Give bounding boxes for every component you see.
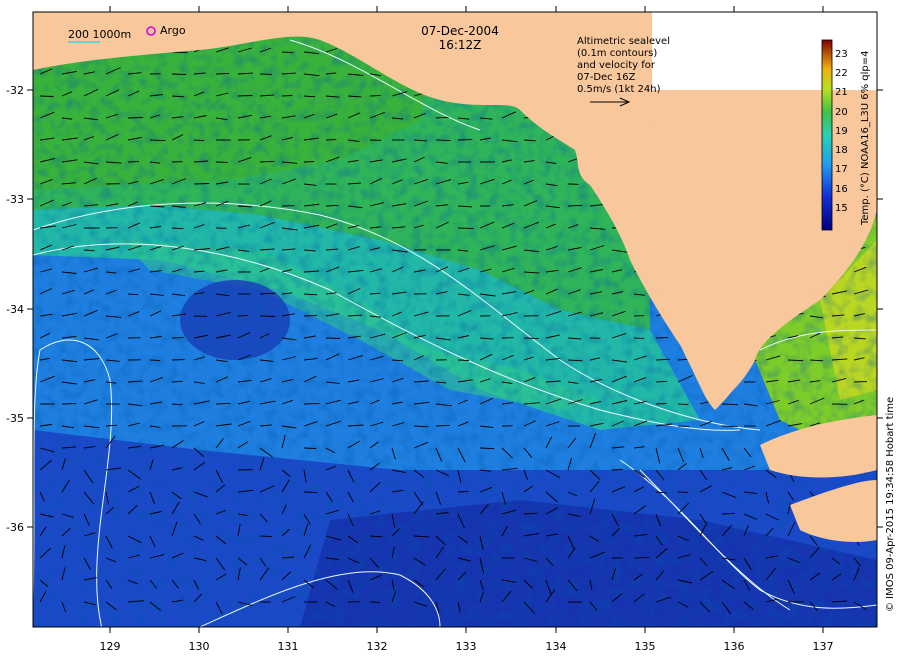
velocity-arrow [457, 359, 470, 361]
velocity-arrow [303, 491, 318, 494]
velocity-arrow [39, 95, 54, 97]
colorbar-tick: 16 [835, 184, 848, 195]
velocity-arrow [149, 139, 166, 142]
velocity-arrow [303, 161, 315, 163]
y-tick-label: -33 [6, 193, 24, 206]
velocity-arrow [633, 556, 650, 559]
x-tick-label: 133 [456, 640, 477, 653]
x-tick-label: 136 [724, 640, 745, 653]
note-line: Altimetric sealevel [577, 36, 670, 47]
colorbar-tick: 22 [835, 68, 848, 79]
map-date: 07-Dec-2004 [421, 24, 499, 38]
velocity-arrow [215, 73, 230, 75]
x-tick-label: 132 [367, 640, 388, 653]
note-line: 07-Dec 16Z [577, 72, 636, 83]
velocity-arrow [259, 315, 276, 317]
velocity-arrow [435, 139, 451, 142]
x-tick-label: 137 [813, 640, 834, 653]
velocity-arrow [237, 314, 249, 317]
velocity-arrow [325, 337, 340, 339]
x-tick-label: 131 [278, 640, 299, 653]
velocity-arrow [655, 336, 668, 339]
velocity-arrow [303, 447, 317, 449]
note-line: and velocity for [577, 60, 656, 71]
velocity-arrow [435, 424, 450, 427]
velocity-arrow [303, 403, 320, 405]
colorbar-tick: 23 [835, 49, 848, 60]
colorbar-tick: 17 [835, 164, 848, 175]
x-tick-label: 129 [100, 640, 121, 653]
velocity-arrow [259, 535, 272, 538]
velocity-arrow [721, 512, 735, 515]
colorbar-label: Temp. (°C) NOAA16_L3U 6% qlp=4 [860, 50, 871, 226]
scale-label: 200 1000m [68, 28, 131, 41]
y-tick-label: -35 [6, 412, 24, 425]
colorbar-tick: 21 [835, 87, 848, 98]
velocity-arrow [303, 315, 317, 317]
argo-label: Argo [160, 24, 186, 37]
y-tick-label: -32 [6, 84, 24, 97]
velocity-arrow [457, 491, 469, 493]
x-tick-label: 130 [189, 640, 210, 653]
note-line: 0.5m/s (1kt 24h) [577, 84, 661, 95]
sst-map-figure: 129 130 131 132 133 134 135 136 137 -32 … [6, 6, 896, 653]
colorbar-tick: 20 [835, 107, 848, 118]
velocity-arrow [281, 95, 293, 97]
note-line: (0.1m contours) [577, 48, 657, 59]
velocity-arrow [127, 116, 144, 119]
sst-field [33, 12, 877, 627]
y-tick-label: -36 [6, 521, 24, 534]
velocity-arrow [171, 73, 186, 75]
velocity-arrow [237, 95, 253, 97]
x-tick-label: 134 [546, 640, 567, 653]
velocity-arrow [655, 402, 667, 405]
velocity-arrow [193, 183, 210, 185]
colorbar-tick: 18 [835, 145, 848, 156]
x-tick-label: 135 [635, 640, 656, 653]
map-time: 16:12Z [439, 38, 482, 52]
velocity-arrow [193, 139, 205, 142]
colorbar-tick: 15 [835, 203, 848, 214]
credit-text: © IMOS 09-Apr-2015 19:34:58 Hobart time [885, 397, 896, 612]
colorbar-tick: 19 [835, 126, 848, 137]
y-tick-label: -34 [6, 303, 24, 316]
velocity-arrow [149, 359, 161, 362]
velocity-arrow [523, 337, 539, 340]
velocity-arrow [677, 403, 689, 406]
velocity-arrow [457, 227, 474, 230]
colorbar-gradient [821, 39, 833, 231]
